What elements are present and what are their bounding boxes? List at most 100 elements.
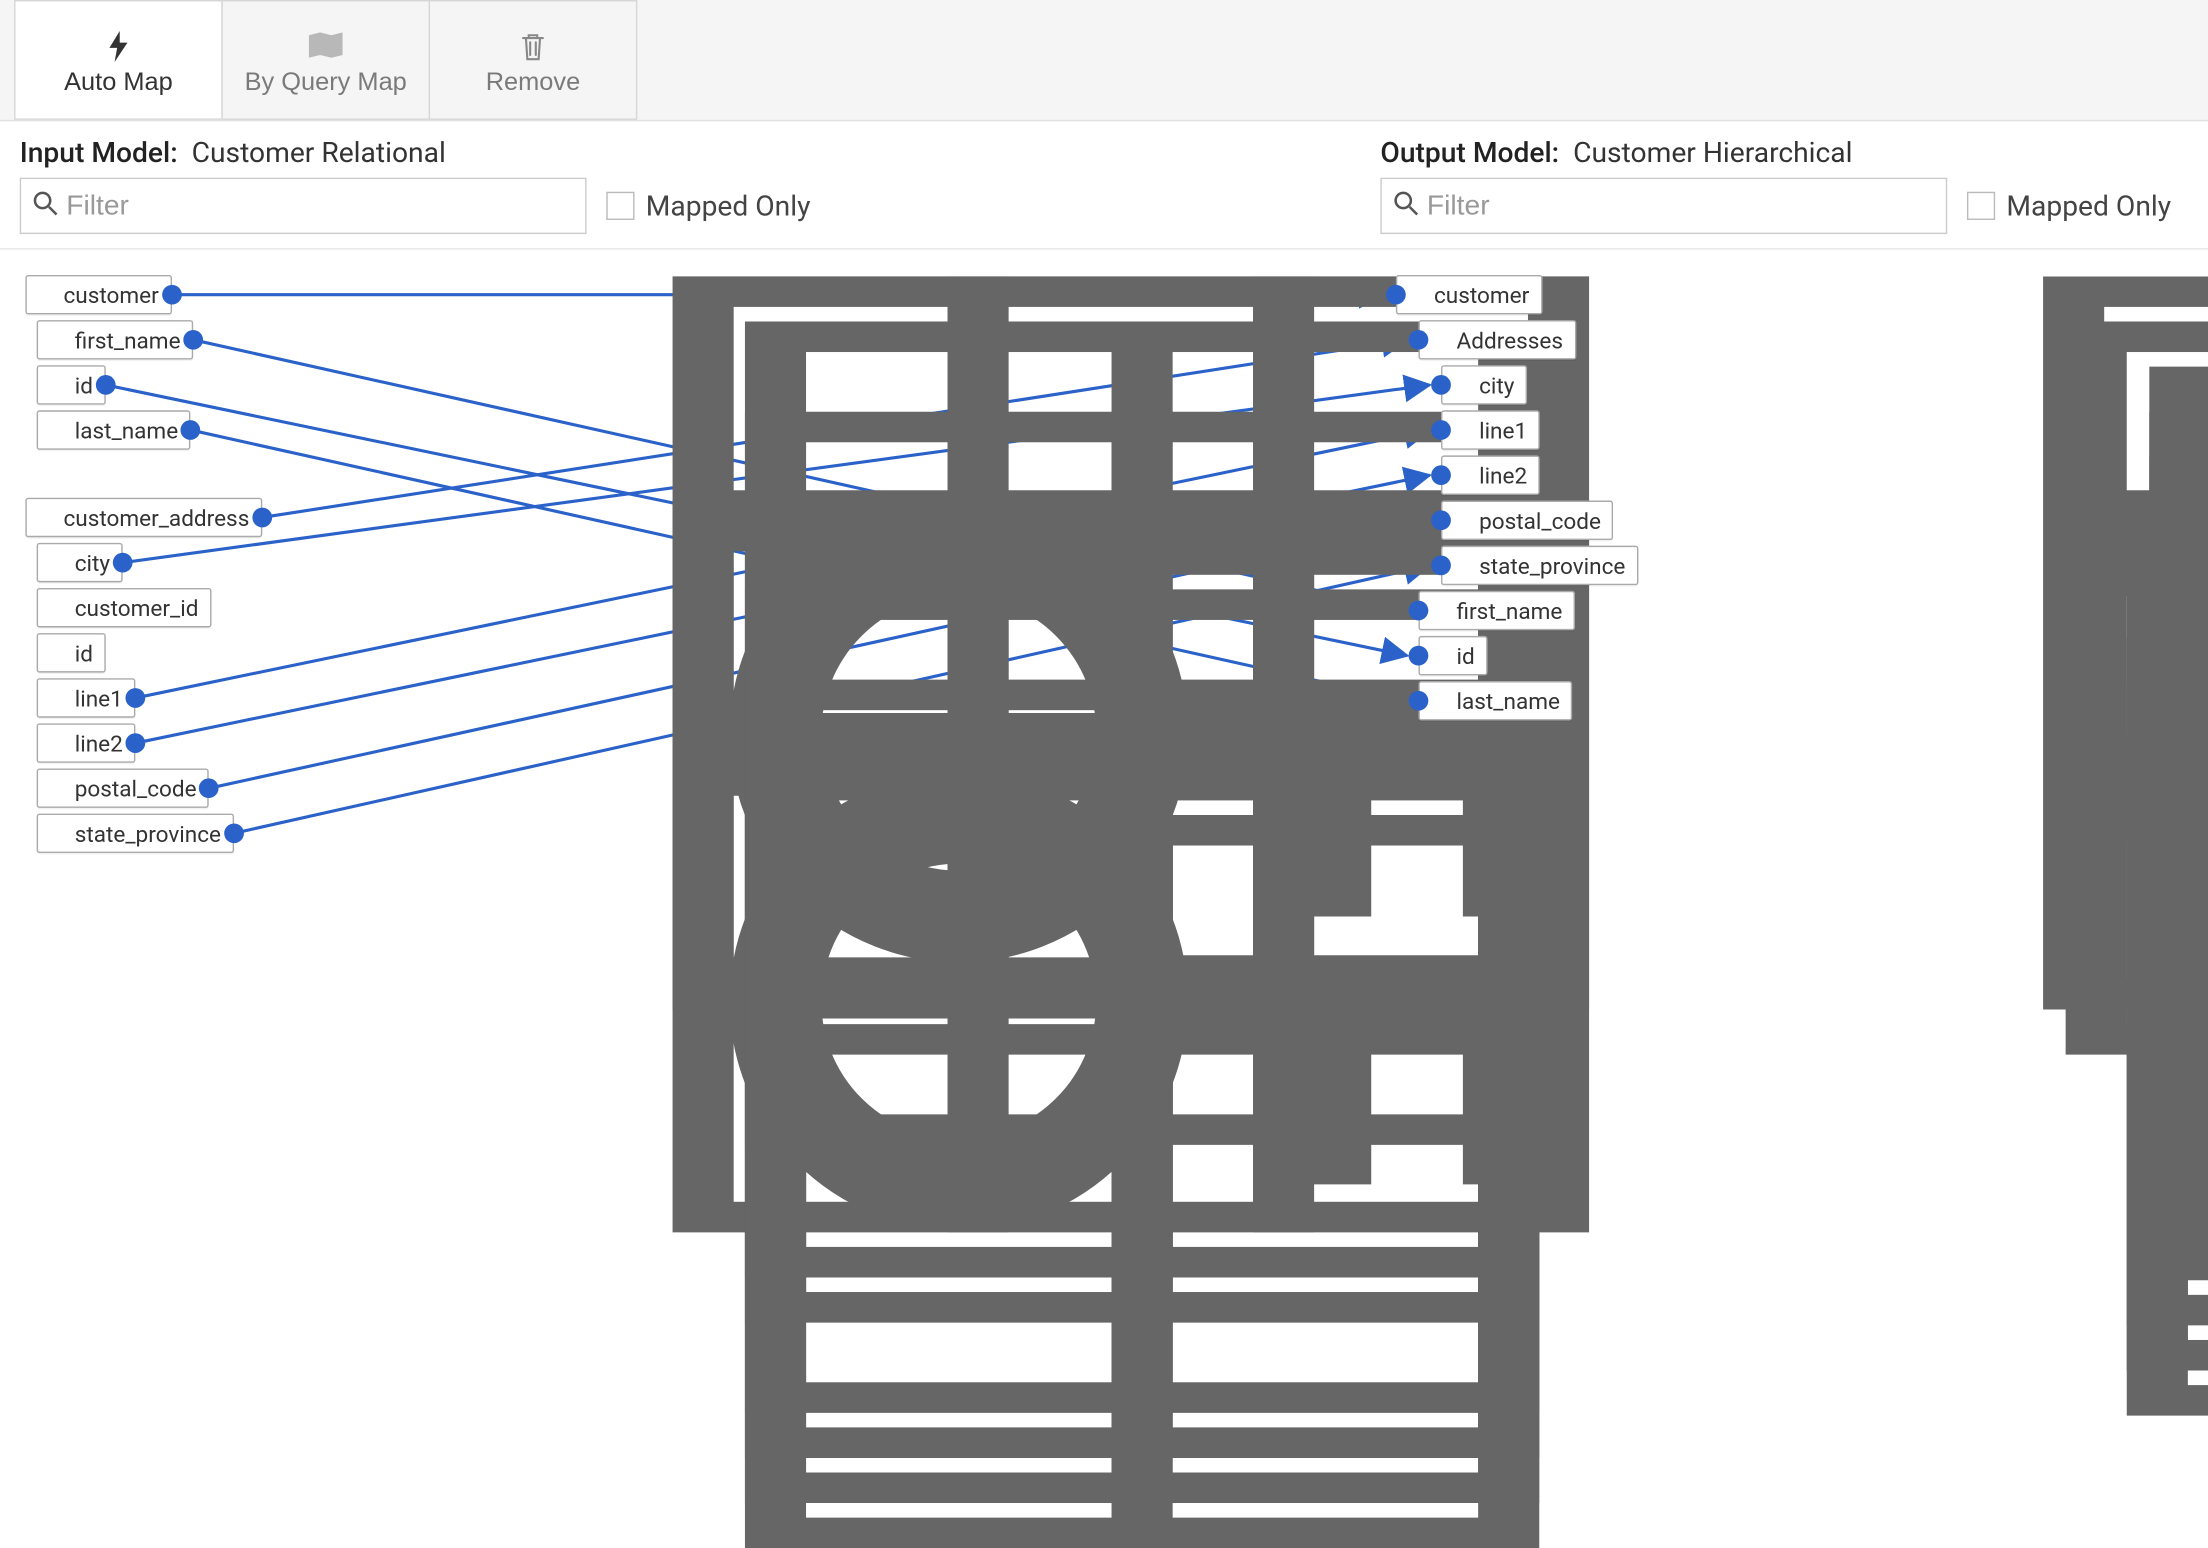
mapping-link[interactable] — [123, 385, 1430, 563]
mapping-link[interactable] — [135, 430, 1429, 698]
node-label: line2 — [1479, 462, 1527, 489]
out-node-postal_code[interactable]: postal_code — [1441, 501, 1614, 540]
bolt-icon — [106, 26, 131, 65]
in-node-line1[interactable]: line1 — [37, 678, 136, 717]
remove-button[interactable]: Remove — [429, 0, 638, 120]
auto-map-button[interactable]: Auto Map — [14, 0, 223, 120]
input-filter-box[interactable] — [20, 178, 587, 234]
out-node-line1[interactable]: line1 — [1441, 410, 1540, 449]
key-icon — [47, 375, 67, 395]
port[interactable] — [1409, 646, 1429, 666]
col-icon — [1451, 556, 1471, 576]
in-node-id[interactable]: id — [37, 365, 106, 404]
auto-map-label: Auto Map — [64, 68, 173, 93]
input-model-title: Input Model: Customer Relational — [20, 135, 1381, 169]
node-label: first_name — [75, 326, 181, 353]
port[interactable] — [181, 420, 201, 440]
port[interactable] — [1409, 691, 1429, 711]
col-icon — [1428, 691, 1448, 711]
col-icon — [1451, 465, 1471, 485]
by-query-map-button[interactable]: By Query Map — [221, 0, 430, 120]
table-icon — [35, 508, 55, 528]
col-icon — [47, 330, 67, 350]
in-node-customer_address[interactable]: customer_address — [25, 498, 262, 537]
out-node-state_province[interactable]: state_province — [1441, 546, 1638, 585]
port[interactable] — [1409, 330, 1429, 350]
out-node-city[interactable]: city — [1441, 365, 1527, 404]
input-filter-input[interactable] — [66, 190, 574, 222]
port[interactable] — [1431, 375, 1451, 395]
node-label: Addresses — [1457, 326, 1563, 353]
node-label: first_name — [1457, 597, 1563, 624]
node-label: postal_code — [75, 775, 197, 802]
port[interactable] — [199, 778, 219, 798]
col-icon — [47, 420, 67, 440]
table-icon — [1428, 330, 1448, 350]
node-label: city — [75, 549, 110, 576]
in-node-line2[interactable]: line2 — [37, 723, 136, 762]
out-node-last_name[interactable]: last_name — [1418, 681, 1572, 720]
in-node-postal_code[interactable]: postal_code — [37, 768, 210, 807]
col-icon — [47, 778, 67, 798]
mapping-link[interactable] — [262, 340, 1407, 518]
node-label: customer — [1434, 281, 1529, 308]
col-icon — [1451, 375, 1471, 395]
node-label: state_province — [75, 820, 221, 847]
input-mapped-only-checkbox[interactable]: Mapped Only — [606, 189, 810, 223]
port[interactable] — [1409, 601, 1429, 621]
out-node-line2[interactable]: line2 — [1441, 455, 1540, 494]
port[interactable] — [1386, 285, 1406, 305]
port[interactable] — [183, 330, 203, 350]
toolbar: Auto Map By Query Map Remove — [0, 0, 2208, 121]
col-icon — [47, 688, 67, 708]
port[interactable] — [162, 285, 182, 305]
output-filter-box[interactable] — [1380, 178, 1947, 234]
in-node-city[interactable]: city — [37, 543, 123, 582]
checkbox-icon — [606, 192, 634, 220]
in-node-state_province[interactable]: state_province — [37, 814, 234, 853]
node-label: id — [75, 372, 93, 399]
search-icon — [32, 190, 57, 222]
remove-label: Remove — [486, 68, 581, 93]
out-node-Addresses[interactable]: Addresses — [1418, 320, 1575, 359]
in-node-addr_id[interactable]: id — [37, 633, 106, 672]
mapping-canvas: customerfirst_nameidlast_namecustomer_ad… — [0, 250, 2208, 983]
search-icon — [1393, 190, 1418, 222]
trash-icon — [520, 26, 545, 65]
port[interactable] — [252, 508, 272, 528]
output-filter-input[interactable] — [1427, 190, 1935, 222]
port[interactable] — [1431, 420, 1451, 440]
node-label: id — [1457, 642, 1475, 669]
port[interactable] — [224, 823, 244, 843]
out-node-first_name[interactable]: first_name — [1418, 591, 1575, 630]
port[interactable] — [1431, 465, 1451, 485]
mapping-link[interactable] — [106, 385, 1408, 656]
port[interactable] — [126, 733, 146, 753]
node-label: last_name — [75, 417, 178, 444]
col-icon — [1428, 601, 1448, 621]
table-icon — [35, 285, 55, 305]
out-node-customer[interactable]: customer — [1396, 275, 1542, 314]
output-model-title: Output Model: Customer Hierarchical — [1380, 135, 2188, 169]
node-label: city — [1479, 372, 1514, 399]
mapping-link[interactable] — [191, 430, 1407, 701]
table-icon — [1406, 285, 1426, 305]
port[interactable] — [1431, 556, 1451, 576]
out-node-id[interactable]: id — [1418, 636, 1487, 675]
checkbox-icon — [1967, 192, 1995, 220]
mapping-link[interactable] — [135, 475, 1429, 743]
port[interactable] — [96, 375, 116, 395]
node-label: state_province — [1479, 552, 1625, 579]
port[interactable] — [1431, 510, 1451, 530]
model-header-row: Input Model: Customer Relational Mapped … — [0, 121, 2208, 249]
in-node-customer[interactable]: customer — [25, 275, 171, 314]
port[interactable] — [126, 688, 146, 708]
in-node-customer_id[interactable]: customer_id — [37, 588, 211, 627]
in-node-last_name[interactable]: last_name — [37, 410, 191, 449]
port[interactable] — [113, 553, 133, 573]
in-node-first_name[interactable]: first_name — [37, 320, 194, 359]
output-mapped-only-checkbox[interactable]: Mapped Only — [1967, 189, 2171, 223]
mapping-link[interactable] — [193, 340, 1407, 611]
mapping-link[interactable] — [234, 565, 1430, 833]
mapping-link[interactable] — [209, 520, 1429, 788]
